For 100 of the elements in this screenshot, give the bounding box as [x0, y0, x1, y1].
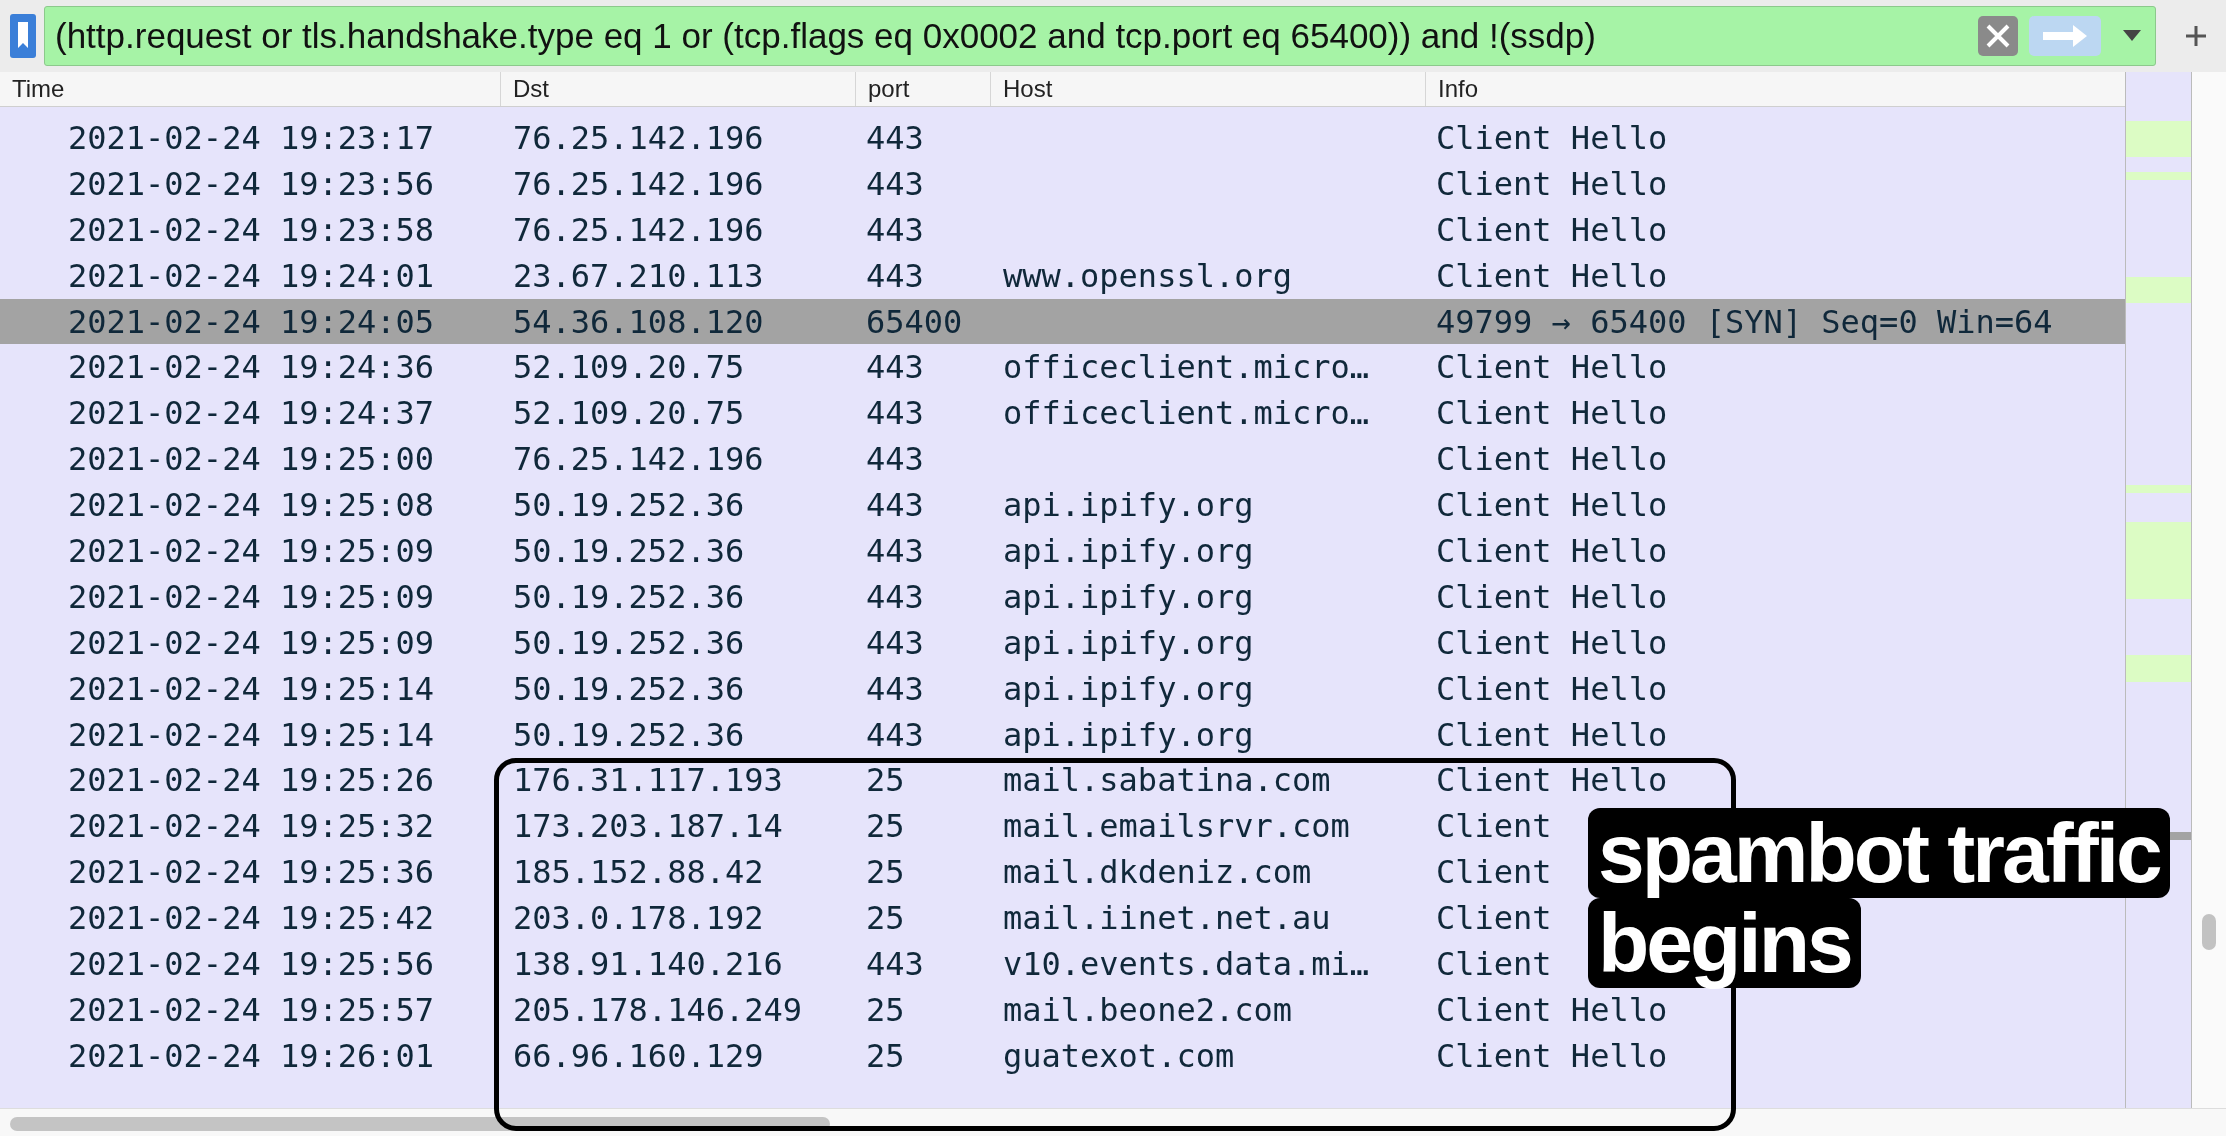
table-cell-text: Client Hello	[1435, 348, 1668, 387]
table-cell-text: 50.19.252.36	[512, 577, 746, 616]
table-cell-text: 50.19.252.36	[512, 715, 746, 754]
table-cell-text: api.ipify.org	[1002, 623, 1255, 662]
table-cell-text: 66.96.160.129	[512, 1036, 765, 1075]
table-cell-text: 2021-02-24 19:25:32	[67, 807, 436, 846]
table-cell-text: 2021-02-24 19:25:14	[67, 669, 436, 708]
table-cell-text: 76.25.142.196	[512, 164, 765, 203]
table-cell-text: Client Hello	[1435, 990, 1668, 1029]
table-cell-text: mail.beone2.com	[1002, 990, 1293, 1029]
table-cell-text: 173.203.187.14	[512, 807, 784, 846]
table-cell-text: api.ipify.org	[1002, 669, 1255, 708]
table-cell-text: 443	[865, 669, 925, 708]
table-cell-text: mail.dkdeniz.com	[1002, 853, 1313, 892]
table-cell-text: Client	[1435, 899, 1552, 938]
table-cell-text: 2021-02-24 19:25:00	[67, 440, 436, 479]
table-cell-text: 2021-02-24 19:24:01	[67, 256, 436, 295]
table-cell-text: 2021-02-24 19:24:05	[67, 302, 436, 341]
table-cell-text: Client Hello	[1435, 623, 1668, 662]
table-cell-text: 25	[865, 761, 906, 800]
table-cell-text: 185.152.88.42	[512, 853, 765, 892]
column-header[interactable]: Time	[0, 72, 500, 106]
table-cell-text: 50.19.252.36	[512, 623, 746, 662]
table-cell-text: 49799 → 65400 [SYN] Seq=0 Win=64	[1435, 302, 2053, 341]
table-cell-text: 203.0.178.192	[512, 899, 765, 938]
table-cell-text: 50.19.252.36	[512, 669, 746, 708]
table-cell-text: mail.iinet.net.au	[1002, 899, 1332, 938]
table-cell-text: mail.sabatina.com	[1002, 761, 1332, 800]
table-cell-text: mail.emailsrvr.com	[1002, 807, 1351, 846]
table-cell-text: 2021-02-24 19:25:56	[67, 944, 436, 983]
table-cell-text: 65400	[865, 302, 964, 341]
table-cell-text: 443	[865, 486, 925, 525]
table-cell-text: www.openssl.org	[1002, 256, 1293, 295]
table-cell-text: Client Hello	[1435, 1036, 1668, 1075]
table-cell-text: 2021-02-24 19:25:14	[67, 715, 436, 754]
table-cell-text: 138.91.140.216	[512, 944, 784, 983]
table-cell-text: 443	[865, 623, 925, 662]
table-cell-text: Client Hello	[1435, 440, 1668, 479]
table-cell-text: 2021-02-24 19:26:01	[67, 1036, 436, 1075]
table-cell-text: 25	[865, 807, 906, 846]
table-cell-text: Client Hello	[1435, 394, 1668, 433]
table-cell-text: Client Hello	[1435, 256, 1668, 295]
table-cell-text: api.ipify.org	[1002, 486, 1255, 525]
table-cell-text: 2021-02-24 19:25:09	[67, 623, 436, 662]
table-cell-text: Client Hello	[1435, 669, 1668, 708]
table-cell-text: 443	[865, 348, 925, 387]
table-cell-text: 443	[865, 256, 925, 295]
table-cell-text: 2021-02-24 19:23:56	[67, 164, 436, 203]
table-cell-text: 2021-02-24 19:25:08	[67, 486, 436, 525]
table-cell-text: 2021-02-24 19:25:09	[67, 531, 436, 570]
table-cell-text: 76.25.142.196	[512, 440, 765, 479]
column-header[interactable]: Host	[990, 72, 1425, 106]
table-cell-text: officeclient.micro…	[1002, 348, 1371, 387]
table-cell-text: 443	[865, 210, 925, 249]
table-cell-text: 443	[865, 394, 925, 433]
table-cell-text: Client	[1435, 944, 1552, 983]
table-cell-text: Client Hello	[1435, 164, 1668, 203]
table-cell-text: 2021-02-24 19:24:37	[67, 394, 436, 433]
table-cell-text: Client Hello	[1435, 486, 1668, 525]
table-cell-text: 25	[865, 899, 906, 938]
table-cell-text: Client Hello	[1435, 761, 1668, 800]
table-cell-text: 2021-02-24 19:23:58	[67, 210, 436, 249]
table-cell-text: 443	[865, 715, 925, 754]
table-cell-text: 2021-02-24 19:25:42	[67, 899, 436, 938]
table-cell-text: 443	[865, 944, 925, 983]
table-cell-text: 2021-02-24 19:25:09	[67, 577, 436, 616]
table-cell-text: 205.178.146.249	[512, 990, 803, 1029]
table-cell-text: 443	[865, 440, 925, 479]
table-cell-text: Client Hello	[1435, 118, 1668, 157]
column-header[interactable]: port	[855, 72, 990, 106]
table-cell-text: 25	[865, 1036, 906, 1075]
table-cell-text: 2021-02-24 19:25:26	[67, 761, 436, 800]
selected-row[interactable]: 2021-02-24 19:24:05 54.36.108.120 65400 49799 → 65400 [SYN] Seq=0 Win=64	[0, 298, 2125, 345]
table-cell-text: 443	[865, 164, 925, 203]
table-cell-text: 76.25.142.196	[512, 118, 765, 157]
table-cell-text: Client	[1435, 853, 1552, 892]
table-cell-text: officeclient.micro…	[1002, 394, 1371, 433]
table-cell-text: 2021-02-24 19:25:36	[67, 853, 436, 892]
table-cell-text: 2021-02-24 19:23:17	[67, 118, 436, 157]
table-cell-text: 52.109.20.75	[512, 348, 746, 387]
table-cell-text: 76.25.142.196	[512, 210, 765, 249]
table-cell-text: Client	[1435, 807, 1552, 846]
annotation-text: spambot traffic	[1588, 808, 2170, 898]
table-cell-text: 25	[865, 990, 906, 1029]
table-cell-text: Client Hello	[1435, 210, 1668, 249]
table-cell-text: 23.67.210.113	[512, 256, 765, 295]
table-cell-text: 54.36.108.120	[512, 302, 765, 341]
display-filter-field[interactable]: (http.request or tls.handshake.type eq 1 or (tcp.flags eq 0x0002 and tcp.port eq 65400)) and !(ssdp)	[44, 6, 2156, 66]
table-cell-text: Client Hello	[1435, 577, 1668, 616]
table-cell-text: Client Hello	[1435, 531, 1668, 570]
table-cell-text: 52.109.20.75	[512, 394, 746, 433]
table-cell-text: 50.19.252.36	[512, 531, 746, 570]
table-cell-text: 2021-02-24 19:24:36	[67, 348, 436, 387]
table-cell-text: Client Hello	[1435, 715, 1668, 754]
table-cell-text: guatexot.com	[1002, 1036, 1236, 1075]
column-header[interactable]: Dst	[500, 72, 855, 106]
table-cell-text: 50.19.252.36	[512, 486, 746, 525]
table-cell-text: 443	[865, 577, 925, 616]
table-cell-text: 25	[865, 853, 906, 892]
table-cell-text: api.ipify.org	[1002, 577, 1255, 616]
